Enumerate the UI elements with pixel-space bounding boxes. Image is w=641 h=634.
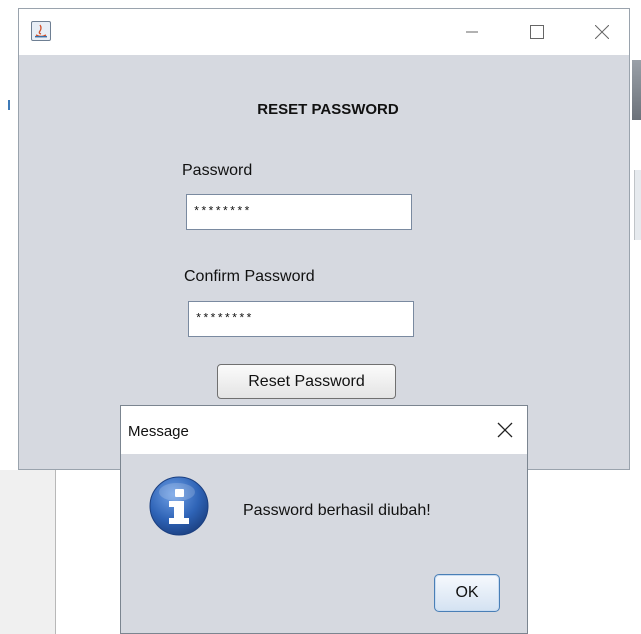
dialog-titlebar[interactable]: Message (121, 406, 527, 454)
info-icon (147, 474, 211, 538)
java-app-icon (31, 21, 51, 41)
reset-password-button[interactable]: Reset Password (217, 364, 396, 399)
close-button[interactable] (579, 9, 625, 55)
reset-password-window: RESET PASSWORD Password ******** Confirm… (18, 8, 630, 470)
dialog-message: Password berhasil diubah! (243, 502, 431, 519)
close-icon (595, 25, 609, 39)
window-titlebar[interactable] (19, 9, 629, 55)
password-field[interactable]: ******** (186, 194, 412, 230)
ok-button[interactable]: OK (434, 574, 500, 612)
close-icon (497, 422, 513, 438)
background-window-edge (632, 60, 641, 120)
maximize-icon (530, 25, 544, 39)
dialog-title: Message (128, 423, 189, 440)
confirm-password-label: Confirm Password (184, 268, 315, 285)
background-accent-line (8, 100, 10, 110)
message-dialog: Message Password berhasil diubah! OK (120, 405, 528, 634)
password-label: Password (182, 162, 253, 179)
background-side-panel (0, 470, 56, 634)
minimize-icon (466, 31, 478, 33)
dialog-close-button[interactable] (489, 414, 521, 446)
confirm-password-field[interactable]: ******** (188, 301, 414, 337)
minimize-button[interactable] (449, 9, 495, 55)
maximize-button[interactable] (514, 9, 560, 55)
form-title: RESET PASSWORD (257, 101, 399, 118)
background-panel-edge (634, 170, 641, 240)
